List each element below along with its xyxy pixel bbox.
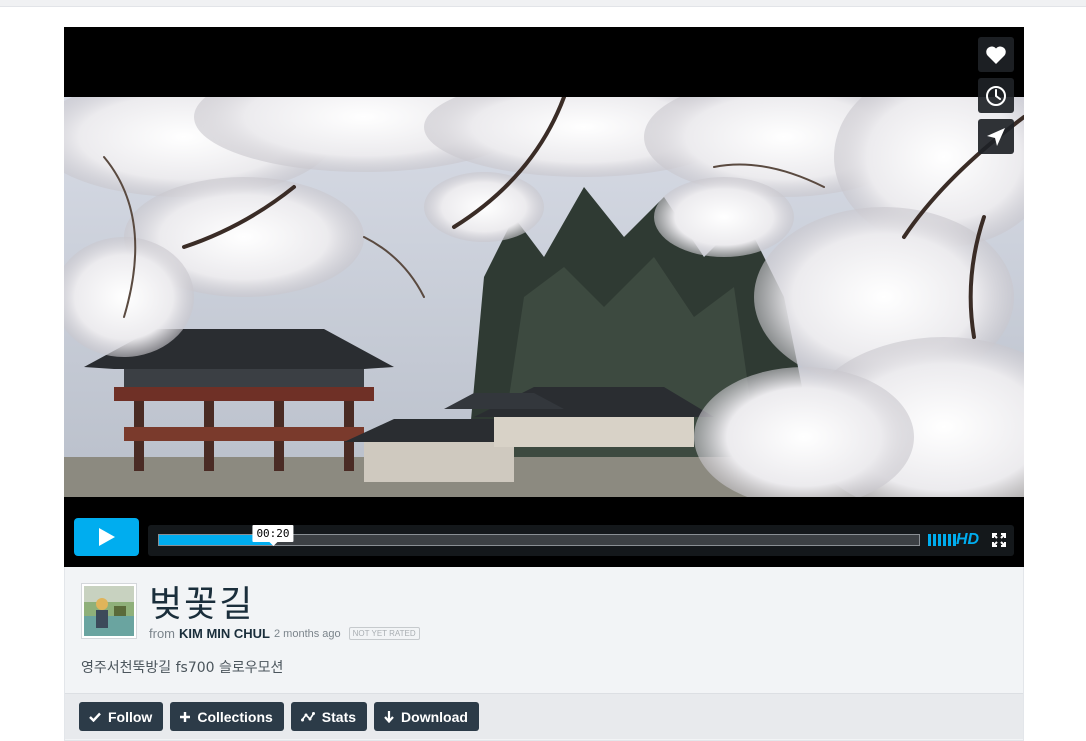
heart-icon [986, 45, 1006, 64]
hd-toggle[interactable]: HD [956, 531, 979, 549]
watch-later-button[interactable] [978, 78, 1014, 113]
side-actions [978, 37, 1014, 154]
like-button[interactable] [978, 37, 1014, 72]
player-controls: 00:20 HD [74, 518, 1014, 556]
progress-bar[interactable]: 00:20 [158, 525, 920, 546]
author-link[interactable]: KIM MIN CHUL [179, 626, 270, 641]
avatar-image [84, 586, 134, 636]
upload-age: 2 months ago [274, 627, 341, 640]
clip-title: 벚꽃길 [149, 584, 255, 625]
download-icon [384, 710, 394, 723]
download-button[interactable]: Download [374, 702, 479, 731]
clip-info: 벚꽃길 from KIM MIN CHUL 2 months ago NOT Y… [64, 567, 1024, 741]
check-icon [89, 712, 101, 722]
send-icon [987, 127, 1005, 146]
stats-icon [300, 711, 315, 721]
video-player[interactable]: 00:20 HD [64, 27, 1024, 567]
share-button[interactable] [978, 119, 1014, 154]
fullscreen-icon[interactable] [992, 533, 1006, 547]
video-frame[interactable] [64, 97, 1024, 497]
byline: from KIM MIN CHUL 2 months ago NOT YET R… [149, 626, 420, 641]
play-button[interactable] [74, 518, 139, 556]
control-bar: 00:20 HD [148, 525, 1014, 556]
follow-button[interactable]: Follow [79, 702, 164, 731]
clock-icon [986, 85, 1006, 106]
download-label: Download [401, 708, 468, 725]
volume-icon[interactable] [928, 534, 956, 546]
video-still [64, 97, 1024, 497]
rating-badge[interactable]: NOT YET RATED [348, 627, 420, 640]
top-bar [0, 0, 1086, 7]
collections-button[interactable]: Collections [170, 702, 284, 731]
time-tooltip: 00:20 [252, 525, 294, 546]
plus-icon [180, 711, 191, 722]
clip-description: 영주서천뚝방길 fs700 슬로우모션 [81, 660, 284, 676]
stats-label: Stats [321, 708, 357, 725]
collections-label: Collections [197, 708, 273, 725]
play-icon [98, 528, 115, 546]
follow-label: Follow [108, 708, 153, 725]
from-label: from [149, 626, 175, 641]
stats-button[interactable]: Stats [290, 702, 368, 731]
action-bar: Follow Collections Stats Download [65, 693, 1023, 739]
avatar[interactable] [81, 583, 137, 639]
